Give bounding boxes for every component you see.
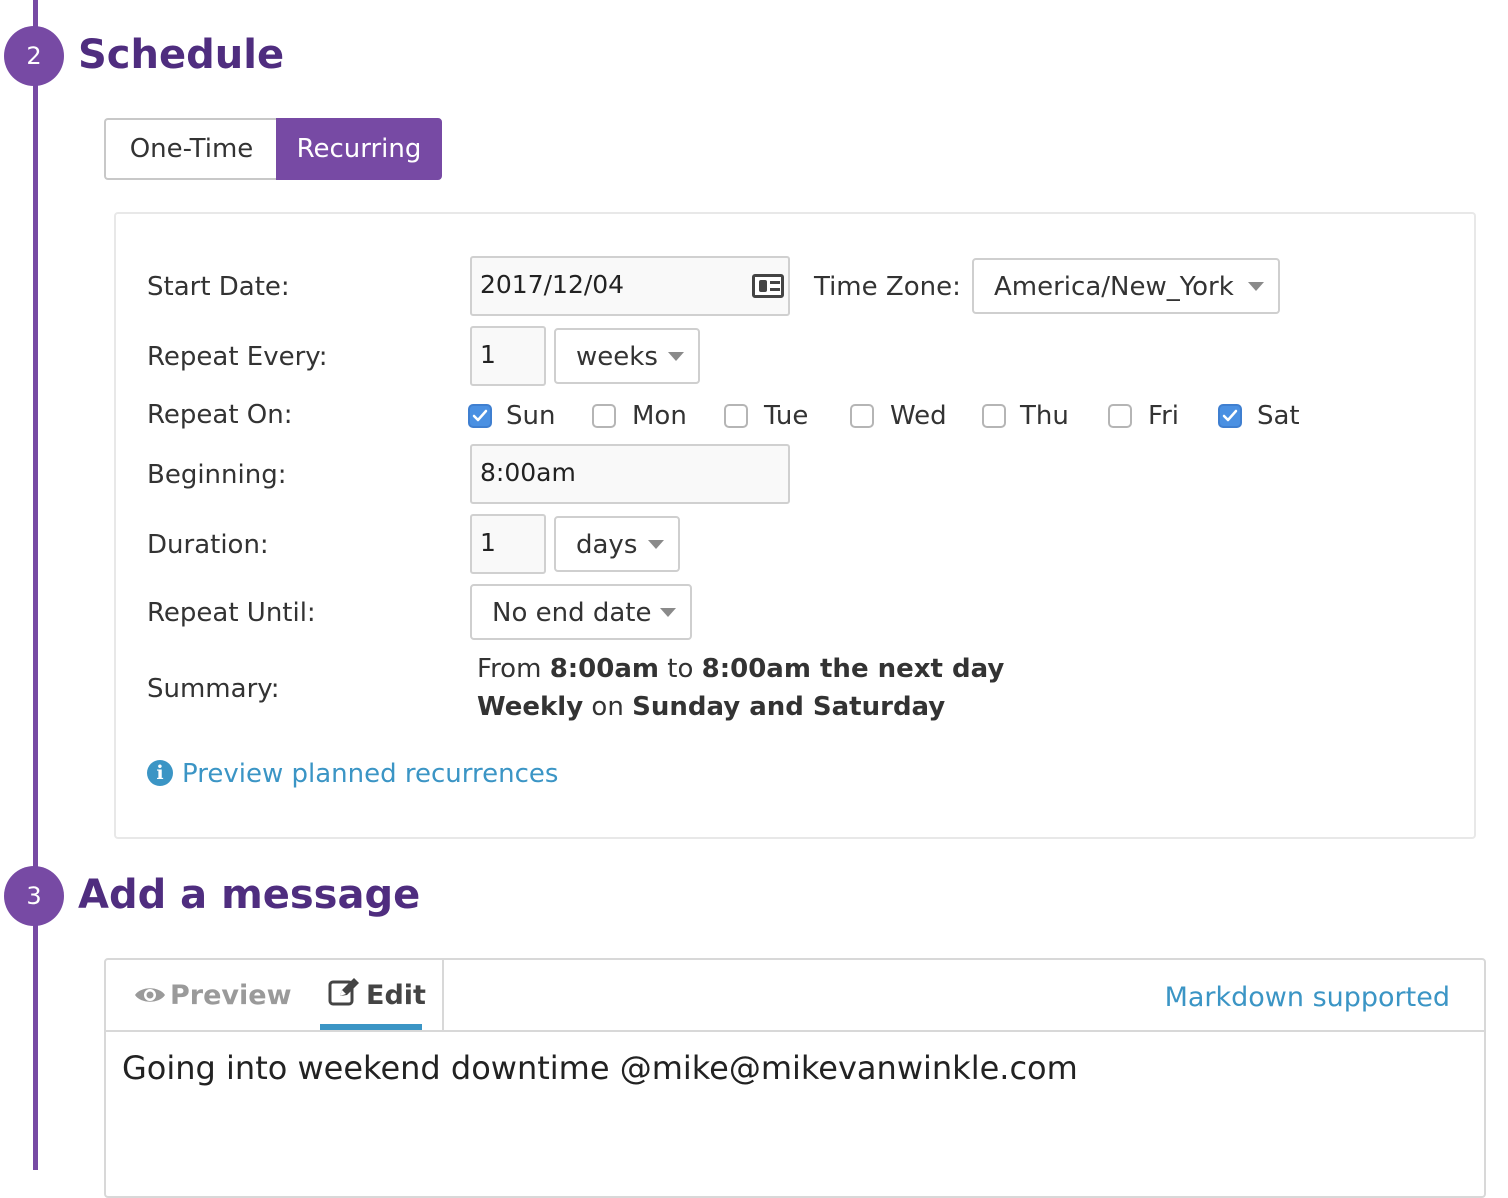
edit-icon: [328, 978, 359, 1006]
editor-tab-bar: Preview Edit Markdown supported: [106, 960, 1484, 1032]
beginning-label: Beginning:: [147, 460, 287, 490]
repeat-until-select[interactable]: No end date: [470, 584, 692, 640]
chevron-down-icon: [648, 540, 664, 549]
day-label-sat[interactable]: Sat: [1257, 396, 1300, 436]
calendar-icon[interactable]: [752, 274, 784, 298]
time-zone-label: Time Zone:: [814, 272, 961, 302]
duration-label: Duration:: [147, 530, 269, 560]
checkbox-wed[interactable]: [850, 404, 874, 428]
recurring-toggle-button[interactable]: Recurring: [276, 118, 442, 180]
summary-label: Summary:: [147, 674, 280, 704]
tab-divider: [442, 960, 444, 1032]
start-date-label: Start Date:: [147, 272, 290, 302]
tab-preview[interactable]: Preview: [134, 974, 292, 1018]
section-title-schedule: Schedule: [78, 32, 285, 78]
tab-edit[interactable]: Edit: [328, 974, 426, 1018]
repeat-every-unit-select[interactable]: weeks: [554, 328, 700, 384]
active-tab-indicator: [320, 1024, 422, 1030]
time-zone-select[interactable]: America/New_York: [972, 258, 1280, 314]
eye-icon: [135, 988, 165, 1002]
step-number-badge: 3: [4, 866, 64, 926]
chevron-down-icon: [1248, 282, 1264, 291]
markdown-supported-link[interactable]: Markdown supported: [1165, 978, 1450, 1018]
timeline-line: [33, 0, 38, 1170]
repeat-until-label: Repeat Until:: [147, 598, 316, 628]
start-date-input[interactable]: 2017/12/04: [470, 256, 790, 316]
checkbox-sat[interactable]: [1218, 404, 1242, 428]
repeat-every-unit-value: weeks: [576, 342, 658, 372]
tab-preview-label: Preview: [170, 980, 292, 1011]
summary-line-2: Weekly on Sunday and Saturday: [477, 692, 946, 722]
repeat-every-label: Repeat Every:: [147, 342, 328, 372]
checkbox-thu[interactable]: [982, 404, 1006, 428]
day-label-thu[interactable]: Thu: [1020, 396, 1069, 436]
duration-input[interactable]: 1: [470, 514, 546, 574]
tab-edit-label: Edit: [366, 980, 426, 1011]
beginning-time-input[interactable]: 8:00am: [470, 444, 790, 504]
chevron-down-icon: [660, 608, 676, 617]
section-title-message: Add a message: [78, 872, 421, 918]
message-editor: Preview Edit Markdown supported Going in…: [104, 958, 1486, 1198]
duration-unit-select[interactable]: days: [554, 516, 680, 572]
day-label-tue[interactable]: Tue: [764, 396, 808, 436]
checkbox-tue[interactable]: [724, 404, 748, 428]
repeat-until-value: No end date: [492, 598, 652, 628]
preview-recurrences-link[interactable]: Preview planned recurrences: [182, 754, 558, 794]
info-icon: i: [147, 760, 173, 786]
checkbox-sun[interactable]: [468, 404, 492, 428]
message-textarea[interactable]: Going into weekend downtime @mike@mikeva…: [122, 1046, 1078, 1090]
time-zone-value: America/New_York: [994, 272, 1234, 302]
day-label-mon[interactable]: Mon: [632, 396, 687, 436]
day-label-wed[interactable]: Wed: [890, 396, 947, 436]
step-number-badge: 2: [4, 26, 64, 86]
duration-unit-value: days: [576, 530, 638, 560]
one-time-toggle-button[interactable]: One-Time: [104, 118, 277, 180]
checkbox-mon[interactable]: [592, 404, 616, 428]
repeat-on-label: Repeat On:: [147, 400, 293, 430]
start-date-value: 2017/12/04: [480, 270, 625, 299]
day-label-fri[interactable]: Fri: [1148, 396, 1179, 436]
summary-line-1: From 8:00am to 8:00am the next day: [477, 654, 1005, 684]
day-label-sun[interactable]: Sun: [506, 396, 555, 436]
repeat-every-input[interactable]: 1: [470, 326, 546, 386]
checkbox-fri[interactable]: [1108, 404, 1132, 428]
chevron-down-icon: [668, 352, 684, 361]
checkmark-icon: [1222, 409, 1238, 422]
checkmark-icon: [472, 409, 488, 422]
